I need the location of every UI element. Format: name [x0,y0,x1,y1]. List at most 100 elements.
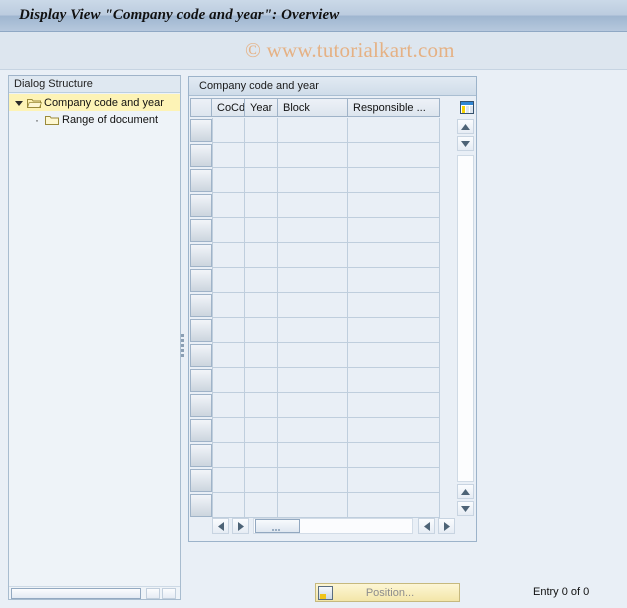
table-cell-cocd[interactable] [212,168,245,193]
hscrollbar-thumb[interactable] [255,519,300,541]
select-all-header-cell[interactable] [190,98,212,117]
table-cell-block[interactable] [278,168,348,193]
hscrollbar-track[interactable] [253,518,413,541]
table-cell-year[interactable] [245,243,278,268]
table-cell-year[interactable] [245,293,278,318]
table-cell-cocd[interactable] [212,293,245,318]
table-row[interactable] [190,268,456,293]
table-cell-responsible[interactable] [348,318,440,343]
table-cell-block[interactable] [278,443,348,468]
table-cell-responsible[interactable] [348,468,440,493]
table-cell-year[interactable] [245,168,278,193]
table-cell-responsible[interactable] [348,143,440,168]
table-cell-responsible[interactable] [348,493,440,518]
table-cell-responsible[interactable] [348,393,440,418]
hscroll-left-button[interactable] [212,518,229,534]
table-cell-cocd[interactable] [212,343,245,368]
tree-scroll-right-button[interactable] [162,588,176,599]
table-row[interactable] [190,368,456,393]
table-cell-responsible[interactable] [348,268,440,293]
column-header-cocd[interactable]: CoCd [212,98,245,117]
table-cell-block[interactable] [278,393,348,418]
table-cell-block[interactable] [278,293,348,318]
tree-node-range-of-document[interactable]: · Range of document [9,111,180,128]
row-selector-button[interactable] [190,194,212,217]
table-cell-block[interactable] [278,193,348,218]
table-row[interactable] [190,393,456,418]
table-cell-year[interactable] [245,318,278,343]
table-cell-year[interactable] [245,143,278,168]
table-row[interactable] [190,443,456,468]
table-cell-responsible[interactable] [348,193,440,218]
table-cell-year[interactable] [245,418,278,443]
table-cell-responsible[interactable] [348,443,440,468]
hscroll-right-button[interactable] [232,518,249,534]
table-cell-responsible[interactable] [348,168,440,193]
table-cell-year[interactable] [245,468,278,493]
table-cell-block[interactable] [278,343,348,368]
column-header-year[interactable]: Year [245,98,278,117]
row-selector-button[interactable] [190,294,212,317]
table-cell-year[interactable] [245,343,278,368]
table-cell-cocd[interactable] [212,393,245,418]
table-cell-year[interactable] [245,268,278,293]
table-cell-cocd[interactable] [212,368,245,393]
table-cell-responsible[interactable] [348,418,440,443]
row-selector-button[interactable] [190,469,212,492]
table-cell-block[interactable] [278,318,348,343]
table-cell-block[interactable] [278,118,348,143]
table-row[interactable] [190,143,456,168]
column-header-block[interactable]: Block [278,98,348,117]
column-header-responsible[interactable]: Responsible ... [348,98,440,117]
table-cell-year[interactable] [245,443,278,468]
position-button[interactable]: Position... [315,583,460,602]
tree-horizontal-scrollbar[interactable] [9,586,180,599]
table-vertical-scrollbar[interactable] [457,119,476,518]
row-selector-button[interactable] [190,219,212,242]
scroll-up-button[interactable] [457,119,474,134]
scroll-page-up-button[interactable] [457,484,474,499]
row-selector-button[interactable] [190,419,212,442]
scroll-page-down-button[interactable] [457,501,474,516]
row-selector-button[interactable] [190,394,212,417]
row-selector-button[interactable] [190,269,212,292]
table-cell-block[interactable] [278,493,348,518]
table-cell-block[interactable] [278,243,348,268]
scroll-page-buttons[interactable] [457,484,474,518]
panel-splitter[interactable] [180,75,187,600]
table-cell-block[interactable] [278,268,348,293]
hscroll-page-right-button[interactable] [438,518,455,534]
row-selector-button[interactable] [190,344,212,367]
table-cell-cocd[interactable] [212,243,245,268]
table-cell-cocd[interactable] [212,318,245,343]
table-cell-cocd[interactable] [212,418,245,443]
table-cell-block[interactable] [278,468,348,493]
table-cell-cocd[interactable] [212,468,245,493]
table-cell-year[interactable] [245,193,278,218]
table-cell-responsible[interactable] [348,243,440,268]
table-settings-button[interactable] [458,98,476,117]
table-cell-year[interactable] [245,393,278,418]
table-cell-cocd[interactable] [212,193,245,218]
scrollbar-track[interactable] [457,155,474,482]
table-cell-responsible[interactable] [348,218,440,243]
table-row[interactable] [190,418,456,443]
table-row[interactable] [190,468,456,493]
table-row[interactable] [190,218,456,243]
table-cell-cocd[interactable] [212,118,245,143]
table-cell-cocd[interactable] [212,268,245,293]
tree-node-company-code-and-year[interactable]: Company code and year [9,94,180,111]
table-cell-year[interactable] [245,493,278,518]
chevron-down-icon[interactable] [12,96,26,110]
row-selector-button[interactable] [190,369,212,392]
table-row[interactable] [190,318,456,343]
table-cell-block[interactable] [278,218,348,243]
table-row[interactable] [190,168,456,193]
table-cell-block[interactable] [278,368,348,393]
scroll-down-button[interactable] [457,136,474,151]
table-cell-year[interactable] [245,118,278,143]
row-selector-button[interactable] [190,444,212,467]
table-cell-responsible[interactable] [348,118,440,143]
table-cell-block[interactable] [278,143,348,168]
table-cell-responsible[interactable] [348,368,440,393]
